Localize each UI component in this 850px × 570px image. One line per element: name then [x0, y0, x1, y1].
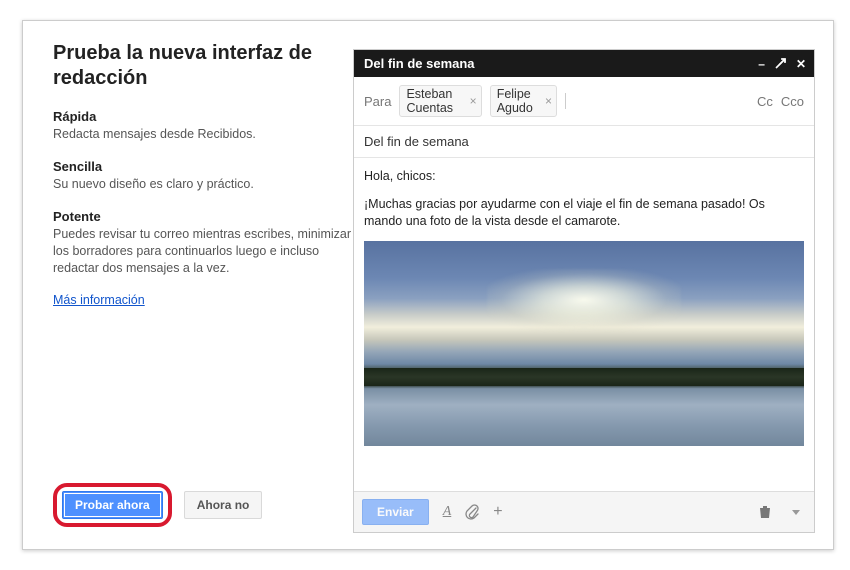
feature-powerful-desc: Puedes revisar tu correo mientras escrib…: [53, 226, 353, 277]
attached-photo: [364, 241, 804, 446]
minimize-icon[interactable]: –: [758, 58, 765, 70]
recipient-chip[interactable]: Felipe Agudo ×: [490, 85, 557, 117]
remove-recipient-icon[interactable]: ×: [545, 94, 552, 108]
compose-to-row[interactable]: Para Esteban Cuentas × Felipe Agudo × Cc…: [354, 77, 814, 126]
promo-modal: × Prueba la nueva interfaz de redacción …: [22, 20, 834, 550]
feature-fast: Rápida Redacta mensajes desde Recibidos.: [53, 109, 353, 143]
formatting-icon[interactable]: A: [443, 504, 452, 520]
send-button[interactable]: Enviar: [362, 499, 429, 525]
feature-simple-desc: Su nuevo diseño es claro y práctico.: [53, 176, 353, 193]
try-now-button[interactable]: Probar ahora: [62, 491, 163, 519]
compose-titlebar[interactable]: Del fin de semana – ✕: [354, 50, 814, 77]
promo-left-column: Prueba la nueva interfaz de redacción Rá…: [53, 41, 353, 307]
recipient-name: Felipe Agudo: [497, 87, 540, 115]
feature-powerful: Potente Puedes revisar tu correo mientra…: [53, 209, 353, 277]
bcc-link[interactable]: Cco: [781, 94, 804, 109]
cc-link[interactable]: Cc: [757, 94, 773, 109]
compose-subject[interactable]: Del fin de semana: [354, 126, 814, 158]
remove-recipient-icon[interactable]: ×: [470, 94, 477, 108]
more-info-link[interactable]: Más información: [53, 293, 145, 307]
feature-simple: Sencilla Su nuevo diseño es claro y prác…: [53, 159, 353, 193]
compose-window: Del fin de semana – ✕ Para Esteban Cuent…: [353, 49, 815, 533]
trash-icon[interactable]: [758, 505, 772, 519]
body-text: ¡Muchas gracias por ayudarme con el viaj…: [364, 196, 804, 231]
recipient-name: Esteban Cuentas: [406, 87, 464, 115]
popout-icon[interactable]: [775, 58, 786, 71]
feature-fast-title: Rápida: [53, 109, 353, 124]
feature-powerful-title: Potente: [53, 209, 353, 224]
to-input[interactable]: [565, 93, 749, 109]
close-compose-icon[interactable]: ✕: [796, 58, 806, 70]
feature-simple-title: Sencilla: [53, 159, 353, 174]
compose-toolbar: Enviar A +: [354, 491, 814, 532]
more-options-icon[interactable]: [786, 510, 806, 515]
body-greeting: Hola, chicos:: [364, 168, 804, 186]
not-now-button[interactable]: Ahora no: [184, 491, 263, 519]
highlight-ring: Probar ahora: [53, 483, 172, 527]
recipient-chip[interactable]: Esteban Cuentas ×: [399, 85, 481, 117]
insert-icon[interactable]: +: [493, 503, 502, 521]
compose-title: Del fin de semana: [364, 56, 475, 71]
feature-fast-desc: Redacta mensajes desde Recibidos.: [53, 126, 353, 143]
attach-icon[interactable]: [465, 504, 479, 520]
promo-title: Prueba la nueva interfaz de redacción: [53, 41, 353, 91]
compose-body[interactable]: Hola, chicos: ¡Muchas gracias por ayudar…: [354, 158, 814, 491]
promo-buttons: Probar ahora Ahora no: [53, 483, 262, 527]
to-label: Para: [364, 94, 391, 109]
